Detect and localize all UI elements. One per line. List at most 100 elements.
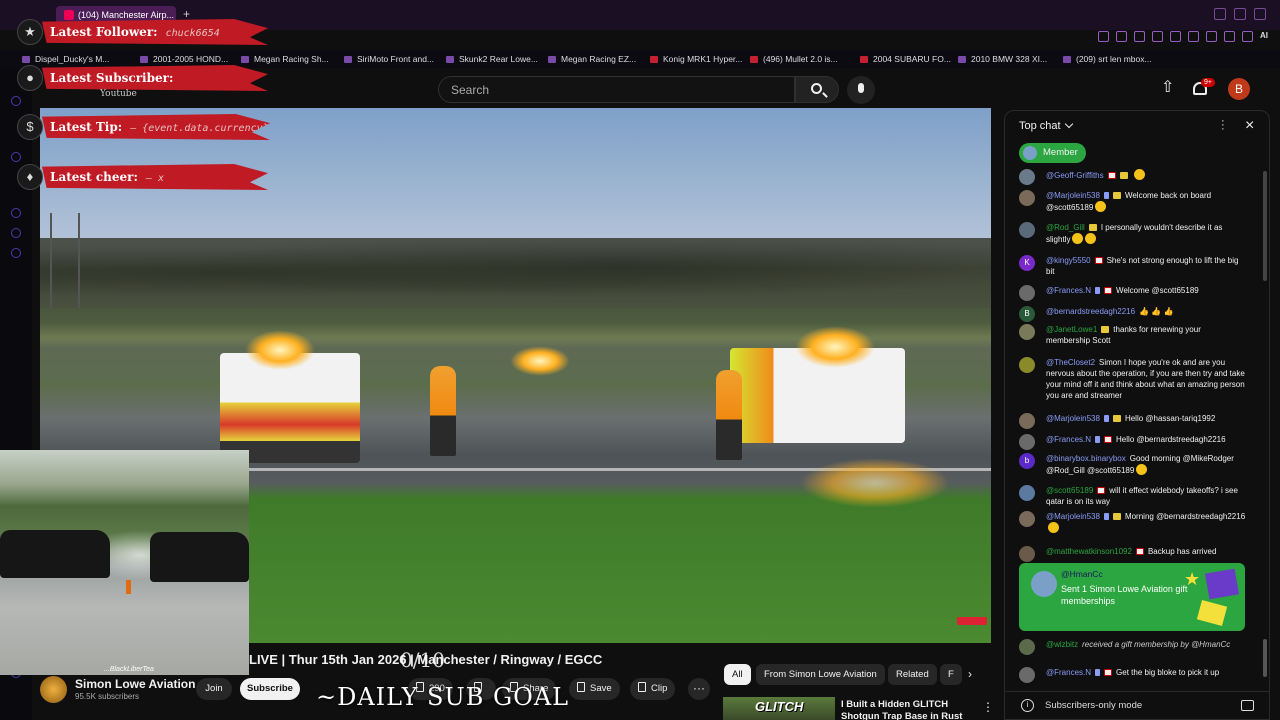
chat-avatar[interactable]: b	[1019, 453, 1035, 469]
chat-mode-dropdown[interactable]: Top chat	[1019, 119, 1073, 132]
chat-avatar[interactable]	[1019, 511, 1035, 527]
sidebar-icon[interactable]	[11, 96, 21, 106]
chat-avatar[interactable]	[1019, 324, 1035, 340]
chat-avatar[interactable]	[1019, 639, 1035, 655]
download-icon[interactable]	[1224, 31, 1235, 42]
chat-author[interactable]: @matthewatkinson1092	[1046, 547, 1132, 556]
chat-author[interactable]: @Frances.N	[1046, 286, 1091, 295]
sidebar-icon[interactable]	[11, 208, 21, 218]
chat-author[interactable]: @Marjolein538	[1046, 414, 1100, 423]
bookmark-item[interactable]: Megan Racing Sh...	[241, 54, 329, 64]
shield-icon[interactable]	[1134, 31, 1145, 42]
chat-author[interactable]: @Marjolein538	[1046, 191, 1100, 200]
clip-button[interactable]: Clip	[630, 678, 676, 700]
chat-author[interactable]: @TheCloset2	[1046, 358, 1095, 367]
upload-icon[interactable]: ⇧	[1161, 80, 1175, 97]
chat-menu-icon[interactable]: · · ·	[1221, 116, 1225, 135]
info-icon[interactable]: i	[1021, 699, 1034, 712]
chip-2[interactable]: Related	[888, 664, 937, 685]
bookmark-item[interactable]: 2004 SUBARU FO...	[860, 54, 951, 64]
recommended-video-title[interactable]: I Built a Hidden GLITCH Shotgun Trap Bas…	[841, 699, 971, 720]
chat-author[interactable]: @wizbitz	[1046, 640, 1078, 649]
account-avatar[interactable]: B	[1228, 78, 1250, 100]
search-input[interactable]: Search	[438, 76, 795, 103]
close-window-icon[interactable]	[1254, 8, 1266, 20]
bookmark-item[interactable]: SiriMoto Front and...	[344, 54, 434, 64]
chat-avatar[interactable]	[1019, 169, 1035, 185]
chat-avatar[interactable]	[1019, 285, 1035, 301]
chat-author[interactable]: @Marjolein538	[1046, 512, 1100, 521]
chat-author[interactable]: @binarybox.binarybox	[1046, 454, 1126, 463]
chat-avatar[interactable]	[1019, 667, 1035, 683]
chat-text: Hello @hassan-tariq1992	[1124, 414, 1216, 423]
save-button[interactable]: Save	[569, 678, 620, 700]
gifter-name[interactable]: @HmanCc	[1061, 569, 1103, 579]
chat-author[interactable]: @bernardstreedagh2216	[1046, 307, 1135, 316]
bookmark-item[interactable]: Megan Racing EZ...	[548, 54, 636, 64]
moderator-wrench-icon	[1103, 415, 1109, 422]
chat-scrollbar[interactable]	[1263, 171, 1267, 281]
sidebar-icon[interactable]	[11, 228, 21, 238]
bookmark-item[interactable]: 2010 BMW 328 XI...	[958, 54, 1047, 64]
chip-1[interactable]: From Simon Lowe Aviation	[756, 664, 885, 685]
chat-avatar[interactable]	[1019, 190, 1035, 206]
share-icon[interactable]	[1206, 31, 1217, 42]
sidebar-icon[interactable]	[11, 248, 21, 258]
bookmark-item[interactable]: (209) srt len mbox...	[1063, 54, 1152, 64]
chat-text: Morning @bernardstreedagh2216	[1124, 512, 1246, 521]
twitch-icon[interactable]	[11, 152, 21, 162]
subscribe-button[interactable]: Subscribe	[240, 678, 300, 700]
search-button[interactable]	[795, 76, 839, 103]
live-chat-panel: Top chat · · · × Member @Geoff-Griffiths @M…	[1004, 110, 1270, 720]
chat-scrollbar-lower[interactable]	[1263, 639, 1267, 677]
chat-avatar[interactable]	[1019, 546, 1035, 562]
chat-author[interactable]: @kingy5550	[1046, 256, 1091, 265]
chat-avatar[interactable]	[1019, 357, 1035, 373]
bookmark-item[interactable]: Dispel_Ducky's M...	[22, 54, 109, 64]
voice-search-button[interactable]	[847, 76, 875, 104]
play-icon[interactable]	[1152, 31, 1163, 42]
bookmark-item[interactable]: Skunk2 Rear Lowe...	[446, 54, 538, 64]
extension-toolbar: AI	[1098, 31, 1268, 42]
channel-name[interactable]: Simon Lowe Aviation	[75, 677, 195, 691]
minimize-icon[interactable]	[1214, 8, 1226, 20]
puzzle-icon[interactable]	[1188, 31, 1199, 42]
close-icon[interactable]: ×	[1245, 117, 1254, 135]
chat-avatar[interactable]: B	[1019, 306, 1035, 322]
subscribe-watermark[interactable]	[957, 617, 987, 625]
ai-button[interactable]: AI	[1260, 31, 1268, 42]
chat-avatar[interactable]	[1019, 434, 1035, 450]
chevron-right-icon[interactable]: ›	[968, 667, 972, 681]
channel-subscriber-count: 95.5K subscribers	[75, 692, 140, 701]
chat-author[interactable]: @Geoff-Griffiths	[1046, 171, 1104, 180]
bookmark-item[interactable]: Konig MRK1 Hyper...	[650, 54, 742, 64]
chat-avatar[interactable]	[1019, 485, 1035, 501]
more-actions-button[interactable]: ···	[688, 678, 710, 700]
bookmark-item[interactable]: (496) Mullet 2.0 is...	[750, 54, 838, 64]
chat-avatar[interactable]: K	[1019, 255, 1035, 271]
chat-author[interactable]: @Frances.N	[1046, 668, 1091, 677]
join-button[interactable]: Join	[196, 678, 232, 700]
chat-author[interactable]: @Frances.N	[1046, 435, 1091, 444]
profile-icon[interactable]	[1242, 31, 1253, 42]
chevron-down-icon	[1064, 119, 1073, 129]
emoji-picker-icon[interactable]	[1241, 700, 1254, 711]
member-filter-chip[interactable]: Member	[1019, 143, 1086, 163]
chat-avatar[interactable]	[1019, 413, 1035, 429]
heart-icon[interactable]	[1170, 31, 1181, 42]
new-tab-button[interactable]: +	[183, 7, 190, 21]
chip-3[interactable]: F	[940, 664, 962, 685]
chat-author[interactable]: @Rod_Gill	[1046, 223, 1085, 232]
chat-author[interactable]: @scott65189	[1046, 486, 1093, 495]
channel-avatar[interactable]	[40, 676, 67, 703]
smiley-emoji-icon	[1133, 169, 1145, 180]
chip-0[interactable]: All	[724, 664, 751, 685]
chat-avatar[interactable]	[1019, 222, 1035, 238]
recommended-video-thumbnail[interactable]: GLITCH	[723, 697, 835, 720]
screenshot-icon[interactable]	[1116, 31, 1127, 42]
maximize-icon[interactable]	[1234, 8, 1246, 20]
bookmark-item[interactable]: 2001-2005 HOND...	[140, 54, 228, 64]
recommended-video-menu-icon[interactable]: ⋮	[982, 700, 994, 714]
pin-icon[interactable]	[1098, 31, 1109, 42]
chat-author[interactable]: @JanetLowe1	[1046, 325, 1097, 334]
